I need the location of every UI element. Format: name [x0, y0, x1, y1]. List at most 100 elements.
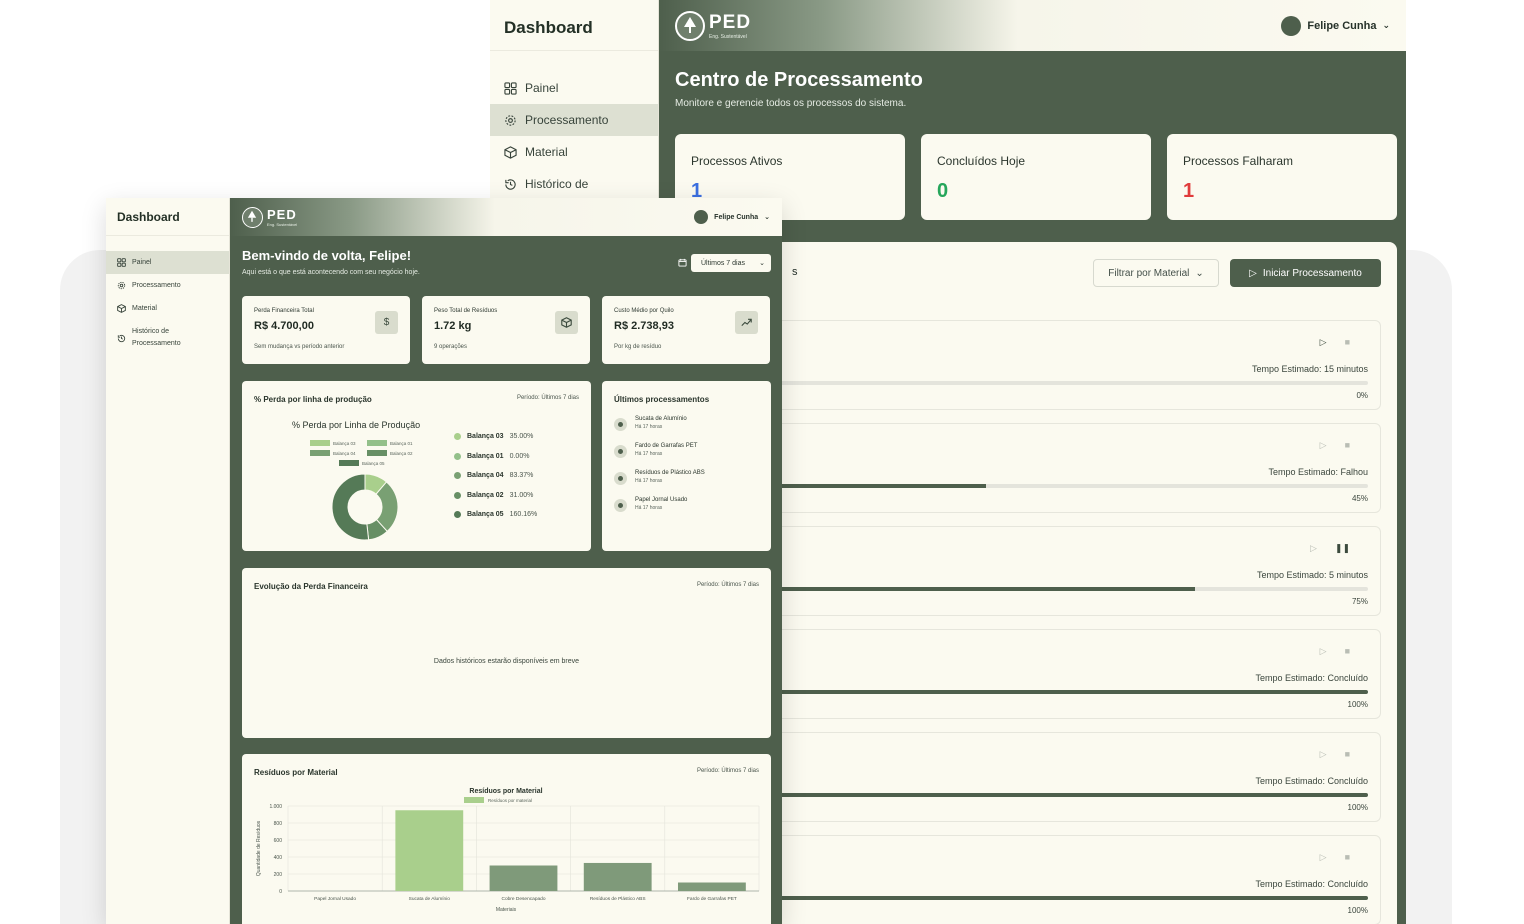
legend-dot: [454, 452, 461, 460]
pause-icon[interactable]: ■: [1345, 749, 1350, 760]
progress-percent: 100%: [1347, 803, 1368, 812]
sidebar-nav: Painel Processamento Material Histórico …: [106, 251, 229, 356]
stat-row: Processos Ativos 1 Concluídos Hoje 0 Pro…: [675, 134, 1397, 220]
legend-swatch: [310, 440, 330, 446]
recent-item[interactable]: Resíduos de Plástico ABS Há 17 horas: [614, 470, 705, 485]
legend-label: Resíduos por material: [488, 798, 532, 803]
logo-subtitle: Eng. Sustentável: [267, 222, 298, 227]
box-icon: [555, 311, 578, 334]
legend-dot: [454, 491, 461, 499]
kpi-card-waste-weight: Peso Total de Resíduos 1.72 kg 9 operaçõ…: [422, 296, 590, 364]
legend-entry: Balança 03: [310, 440, 356, 446]
recent-name: Resíduos de Plástico ABS: [635, 470, 705, 476]
filter-material-button[interactable]: Filtrar por Material ⌄: [1093, 259, 1219, 287]
sidebar-item-processamento[interactable]: Processamento: [106, 274, 229, 297]
pause-icon[interactable]: ■: [1345, 440, 1350, 451]
recent-name: Sucata de Alumínio: [635, 416, 687, 422]
recent-time: Há 17 horas: [635, 451, 663, 457]
estimated-time: Tempo Estimado: 5 minutos: [1256, 570, 1368, 580]
stat-label: Processos Falharam: [1183, 154, 1294, 168]
card-title: Últimos processamentos: [614, 395, 710, 404]
legend-row: Balança 04 83.37%: [454, 472, 533, 479]
date-range-select[interactable]: Últimos 7 dias ⌄: [691, 254, 771, 272]
card-period: Período: Últimos 7 dias: [516, 395, 579, 401]
stat-value: 0: [937, 180, 949, 202]
sidebar-item-painel[interactable]: Painel: [106, 251, 229, 274]
x-axis-label: Materiais: [496, 907, 517, 913]
stat-card-failed: Processos Falharam 1: [1167, 134, 1397, 220]
card-title: Resíduos por Material: [254, 768, 338, 777]
financial-evolution-card: Evolução da Perda Financeira Período: Úl…: [242, 568, 771, 738]
card-period: Período: Últimos 7 dias: [696, 768, 759, 774]
sidebar-title: Dashboard: [490, 0, 658, 51]
x-tick-label: Resíduos de Plástico ABS: [590, 896, 646, 902]
legend-dot: [454, 511, 461, 518]
play-icon[interactable]: ▷: [1310, 543, 1317, 554]
sidebar-item-label: Histórico de Processamento: [132, 328, 181, 347]
recent-item[interactable]: Papel Jornal Usado Há 17 horas: [614, 497, 687, 512]
sidebar-item-painel[interactable]: Painel: [490, 72, 658, 104]
dashboard-main: Bem-vindo de volta, Felipe! Aqui está o …: [230, 236, 782, 924]
user-menu[interactable]: Felipe Cunha ⌄: [694, 210, 770, 224]
estimated-time: Tempo Estimado: Falhou: [1268, 467, 1368, 477]
trend-up-icon: [735, 311, 758, 334]
kpi-card-avg-cost: Custo Médio por Quilo R$ 2.738,93 Por kg…: [602, 296, 770, 364]
estimated-time: Tempo Estimado: Concluído: [1255, 879, 1368, 889]
legend-swatch: [367, 440, 387, 446]
play-icon[interactable]: ▷: [1320, 749, 1327, 760]
play-icon: ▷: [1249, 267, 1257, 279]
user-name: Felipe Cunha: [1307, 19, 1377, 32]
bar: [395, 810, 464, 891]
y-tick-label: 200: [274, 872, 283, 878]
stat-label: Processos Ativos: [691, 154, 783, 168]
filter-label: Filtrar por Material: [1108, 267, 1190, 279]
history-icon: [505, 178, 516, 190]
y-tick-label: 1.000: [269, 804, 282, 810]
pause-icon[interactable]: ■: [1345, 646, 1350, 657]
logo: PED Eng. Sustentável: [242, 206, 298, 228]
start-processing-button[interactable]: ▷ Iniciar Processamento: [1230, 259, 1381, 287]
process-controls: ▷ ■: [1320, 337, 1350, 348]
x-tick-label: Fardo de Garrafas PET: [687, 896, 737, 902]
card-title: % Perda por linha de produção: [254, 395, 372, 404]
process-controls: ▷ ■: [1320, 440, 1350, 451]
y-tick-label: 400: [274, 855, 283, 861]
sidebar-item-historico[interactable]: Histórico de Processamento: [106, 320, 229, 356]
user-name: Felipe Cunha: [714, 213, 759, 221]
sidebar-item-material[interactable]: Material: [490, 136, 658, 168]
kpi-sub: Sem mudança vs período anterior: [254, 344, 345, 350]
user-menu[interactable]: Felipe Cunha ⌄: [1281, 15, 1390, 36]
legend-value: 160.16%: [509, 511, 538, 518]
sidebar-item-label: Processamento: [132, 282, 181, 289]
play-icon[interactable]: ▷: [1320, 337, 1327, 348]
residue-by-material-card: Resíduos por Material Período: Últimos 7…: [242, 754, 771, 924]
x-tick-label: Sucata de Alumínio: [409, 896, 451, 902]
logo-text: PED: [267, 207, 297, 222]
sidebar-item-label: Processamento: [525, 113, 609, 127]
sidebar-item-historico[interactable]: Histórico de: [490, 168, 658, 200]
stat-value: 1: [1183, 180, 1195, 202]
dollar-icon: $: [375, 311, 398, 334]
pause-icon[interactable]: ■: [1345, 852, 1350, 863]
legend-value: 83.37%: [509, 472, 534, 479]
tree-logo-icon: [242, 206, 263, 228]
pause-icon[interactable]: ❚❚: [1335, 543, 1350, 554]
recent-item[interactable]: Sucata de Alumínio Há 17 horas: [614, 416, 687, 431]
page-title: Bem-vindo de volta, Felipe!: [242, 248, 412, 263]
chevron-down-icon: ⌄: [759, 260, 765, 267]
play-icon[interactable]: ▷: [1320, 646, 1327, 657]
sidebar-item-processamento[interactable]: Processamento: [490, 104, 658, 136]
panel-title-fragment: s: [792, 266, 798, 278]
sidebar-item-material[interactable]: Material: [106, 297, 229, 320]
sidebar-title: Dashboard: [106, 198, 229, 236]
grid-icon: [504, 81, 517, 95]
legend-swatch: [310, 450, 330, 456]
play-icon[interactable]: ▷: [1320, 440, 1327, 451]
play-icon[interactable]: ▷: [1320, 852, 1327, 863]
pause-icon[interactable]: ■: [1345, 337, 1350, 348]
recent-item[interactable]: Fardo de Garrafas PET Há 17 horas: [614, 443, 697, 458]
chevron-down-icon: ⌄: [764, 214, 770, 221]
sidebar-item-label: Painel: [132, 259, 152, 266]
status-dot-icon: [614, 418, 627, 431]
sidebar-item-label: Histórico de: [525, 177, 589, 191]
